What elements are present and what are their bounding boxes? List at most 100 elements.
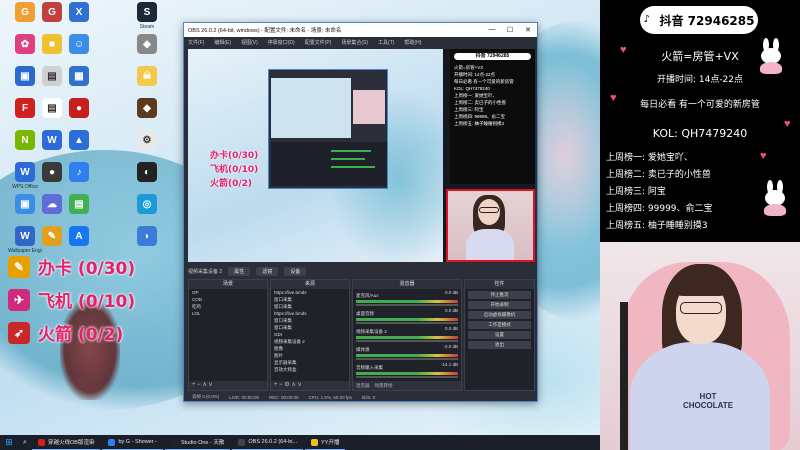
preview-task-text: 办卡(0/30) — [210, 151, 259, 161]
scene-item[interactable]: GP — [189, 289, 267, 296]
maximize-button[interactable]: ☐ — [501, 26, 519, 34]
desktop-icon[interactable]: ◗ — [130, 226, 164, 246]
nested-preview — [271, 78, 351, 138]
app-icon: ☺ — [69, 34, 89, 54]
desktop-icon[interactable]: A — [62, 226, 96, 246]
properties-button[interactable]: 属性 — [228, 266, 251, 276]
preview-info-line: 上周榜二: 卖已子的小性兽 — [454, 100, 506, 105]
app-icon: F — [15, 98, 35, 118]
taskbar-app[interactable]: OBS 26.0.2 (64-bi... — [232, 435, 303, 450]
source-item[interactable]: 音效大师盒 — [271, 366, 349, 373]
search-icon[interactable]: ⌕ — [18, 439, 32, 447]
desktop-icon[interactable]: ● — [62, 98, 96, 118]
tab-transitions[interactable]: 场景转场 — [375, 383, 393, 388]
menu-view[interactable]: 视图(V) — [241, 39, 258, 46]
app-icon: ✎ — [42, 226, 62, 246]
mixer-channel[interactable]: 媒体源 -2.0 dB — [353, 343, 461, 361]
desktop-icon[interactable]: S Steam — [130, 2, 164, 30]
menu-help[interactable]: 帮助(H) — [404, 39, 421, 46]
mixer-channel-name: 视频采集设备 2 — [356, 329, 387, 334]
desktop-icon[interactable]: ◆ — [130, 98, 164, 118]
source-item[interactable]: 窗口采集 — [271, 296, 349, 303]
taskbar-app[interactable]: by G - Shower - — [102, 435, 163, 450]
desktop-icon[interactable]: ▦ — [62, 66, 96, 86]
taskbar-app[interactable]: Studio One - 天散 — [164, 435, 231, 450]
filters-button[interactable]: 滤镜 — [256, 266, 279, 276]
mixer-channel[interactable]: 麦克风/Aux 0.0 dB — [353, 289, 461, 307]
source-item[interactable]: https://live.bmds — [271, 289, 349, 296]
plane-icon: ✈ — [8, 288, 30, 311]
scenes-footer[interactable]: + − ∧ ∨ — [189, 381, 267, 390]
mixer-channel-db: 0.0 dB — [444, 290, 458, 295]
desktop-icon[interactable]: X — [62, 2, 96, 22]
menu-edit[interactable]: 编辑(E) — [214, 39, 231, 46]
obs-window[interactable]: OBS 26.0.2 (64-bit, windows) - 配置文件: 未命名… — [183, 22, 538, 402]
source-item[interactable]: 显示器采集 — [271, 359, 349, 366]
preview-info-panel: 抖音 72946285 火箭=房管+VX 开播时间: 14点-22点 每日必看 … — [450, 49, 535, 184]
app-icon: ◎ — [137, 194, 157, 214]
app-icon: ◐ — [137, 162, 157, 182]
preview-info-line: 开播时间: 14点-22点 — [454, 72, 496, 77]
app-icon: W — [15, 226, 35, 246]
menu-scene-collection[interactable]: 场景集合(S) — [341, 39, 368, 46]
preview-info-line: 上周榜一: 爱她宝吖、 — [454, 93, 497, 98]
source-item[interactable]: GDI — [271, 331, 349, 338]
source-item[interactable]: 视频采集设备 2 — [271, 338, 349, 345]
obs-titlebar[interactable]: OBS 26.0.2 (64-bit, windows) - 配置文件: 未命名… — [184, 23, 537, 37]
desktop-icon[interactable]: ☺ — [62, 34, 96, 54]
menu-file[interactable]: 文件(F) — [188, 39, 204, 46]
scene-item[interactable]: COD — [189, 296, 267, 303]
studio-mode-button[interactable]: 工作室模式 — [468, 321, 531, 329]
menu-docks[interactable]: 停靠窗口(D) — [268, 39, 295, 46]
minimize-button[interactable]: — — [483, 26, 501, 34]
source-item[interactable]: 图像 — [271, 345, 349, 352]
scene-item[interactable]: LOL — [189, 310, 267, 317]
app-icon: ▦ — [69, 66, 89, 86]
stop-streaming-button[interactable]: 停止推流 — [468, 291, 531, 299]
stream-info-panel: ♪ 抖音 72946285 ♥ ♥ ♥ ♥ 火箭=房管+VX 开播时间: 14点… — [600, 0, 800, 242]
exit-button[interactable]: 退出 — [468, 341, 531, 349]
mixer-channel[interactable]: 视频采集设备 2 0.0 dB — [353, 325, 461, 343]
menu-tools[interactable]: 工具(T) — [378, 39, 394, 46]
obs-menubar: 文件(F) 编辑(E) 视图(V) 停靠窗口(D) 配置文件(P) 场景集合(S… — [184, 37, 537, 47]
virtual-camera-button[interactable]: 启动虚拟摄像机 — [468, 311, 531, 319]
obs-docks: 场景 GP COD 吃鸡 LOL + − ∧ ∨ 来源 https://live… — [188, 279, 535, 391]
desktop-icon[interactable]: ◐ — [130, 162, 164, 182]
taskbar-app-label: by G - Shower - — [118, 439, 157, 445]
desktop-icon[interactable]: ◆ — [130, 34, 164, 54]
desktop-icon[interactable]: ◎ — [130, 194, 164, 214]
source-item[interactable]: https://live.bmds — [271, 310, 349, 317]
source-item[interactable]: 窗口采集 — [271, 317, 349, 324]
desktop-icon[interactable]: ▤ — [62, 194, 96, 214]
app-icon: ■ — [42, 34, 62, 54]
mixer-title: 混音器 — [353, 280, 461, 289]
desktop-icon[interactable]: ♪ — [62, 162, 96, 182]
device-button[interactable]: 设备 — [284, 266, 307, 276]
mixer-channel[interactable]: 桌面音频 0.0 dB — [353, 307, 461, 325]
app-icon: W — [42, 130, 62, 150]
mixer-channel[interactable]: 音频输入采集 -14.1 dB — [353, 361, 461, 379]
obs-statusbar: 丢帧 0 (0.0%) LIVE: 00:00:00 REC: 00:00:00… — [188, 393, 535, 401]
tab-mixer[interactable]: 混音器 — [356, 383, 370, 388]
sources-dock: 来源 https://live.bmds 窗口采集 窗口采集 https://l… — [270, 279, 350, 391]
desktop-icon[interactable]: ☠ — [130, 66, 164, 86]
scene-item[interactable]: 吃鸡 — [189, 303, 267, 310]
taskbar-app[interactable]: YY开播 — [305, 435, 346, 450]
taskbar-app[interactable]: 穿越火线OB版渲染 — [32, 435, 101, 450]
settings-button[interactable]: 设置 — [468, 331, 531, 339]
source-item[interactable]: 窗口采集 — [271, 303, 349, 310]
rocket-icon: ➶ — [8, 321, 30, 344]
start-recording-button[interactable]: 开始录制 — [468, 301, 531, 309]
menu-profile[interactable]: 配置文件(P) — [305, 39, 332, 46]
obs-preview[interactable]: 办卡(0/30) 飞机(0/10) 火箭(0/2) 抖音 72946285 火箭… — [188, 49, 535, 262]
app-icon: ◆ — [137, 34, 157, 54]
desktop-icon[interactable]: ⚙ — [130, 130, 164, 150]
source-item[interactable]: 窗口采集 — [271, 324, 349, 331]
sources-footer[interactable]: + − ⚙ ∧ ∨ — [271, 381, 349, 390]
douyin-icon: ♪ — [643, 14, 650, 25]
windows-icon[interactable]: ⊞ — [0, 435, 18, 450]
source-item[interactable]: 图片 — [271, 352, 349, 359]
close-button[interactable]: ✕ — [519, 26, 537, 34]
desktop-icon[interactable]: ▲ — [62, 130, 96, 150]
kol-id: KOL: QH7479240 — [652, 127, 748, 140]
